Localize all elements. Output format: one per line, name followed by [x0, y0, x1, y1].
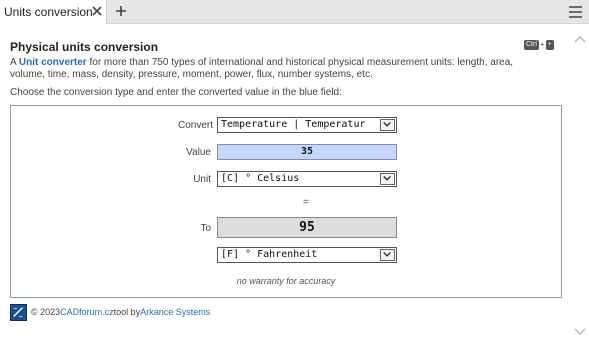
from-unit-select[interactable]: [C] ° Celsius [217, 171, 397, 187]
converter-panel: Convert Temperature | Temperatur Value 3… [10, 105, 562, 298]
chevron-down-icon[interactable] [380, 119, 395, 131]
result-value: 95 [217, 217, 397, 238]
keyboard-shortcut-hint: Ctrl + + [524, 39, 554, 50]
convert-type-select[interactable]: Temperature | Temperatur [217, 117, 397, 133]
cadforum-logo [10, 303, 27, 321]
chevron-down-icon[interactable] [380, 173, 395, 185]
tab-label: Units conversion [4, 5, 93, 19]
page-title: Physical units conversion [10, 40, 159, 54]
to-unit-select[interactable]: [F] ° Fahrenheit [217, 247, 397, 263]
shortcut-separator: + [539, 40, 545, 49]
copyright-text: © 2023 [31, 307, 61, 317]
warranty-note: no warranty for accuracy [236, 276, 336, 286]
plus-key: + [545, 39, 554, 50]
plus-icon[interactable] [114, 4, 128, 18]
footer: © 2023 CADforum.cz tool by Arkance Syste… [10, 303, 210, 321]
unit-label: Unit [193, 174, 211, 185]
value-input[interactable]: 35 [217, 144, 397, 160]
description-prefix: A [10, 57, 19, 68]
from-unit-value: [C] ° Celsius [221, 173, 300, 184]
tab-units-conversion[interactable]: Units conversion [0, 0, 107, 24]
convert-label: Convert [177, 120, 213, 131]
footer-middle-text: tool by [113, 307, 141, 317]
equals-sign: = [303, 197, 309, 208]
cadforum-link[interactable]: CADforum.cz [60, 307, 114, 317]
content-area: Physical units conversion Ctrl + + A Uni… [0, 25, 575, 354]
instruction-text: Choose the conversion type and enter the… [10, 87, 342, 98]
hamburger-menu-icon[interactable] [568, 5, 583, 19]
value-label: Value [186, 147, 211, 158]
chevron-down-icon[interactable] [380, 249, 395, 261]
to-unit-value: [F] ° Fahrenheit [221, 249, 318, 260]
chevron-up-icon[interactable] [574, 35, 586, 44]
arkance-link[interactable]: Arkance Systems [140, 307, 210, 317]
chevron-down-icon[interactable] [574, 327, 586, 336]
to-label: To [200, 223, 211, 234]
close-icon[interactable] [90, 4, 104, 18]
ctrl-key: Ctrl [524, 39, 539, 50]
tab-bar: Units conversion [0, 0, 589, 24]
convert-type-value: Temperature | Temperatur [221, 119, 366, 130]
unit-converter-link[interactable]: Unit converter [19, 57, 87, 68]
description: A Unit converter for more than 750 types… [10, 57, 550, 81]
